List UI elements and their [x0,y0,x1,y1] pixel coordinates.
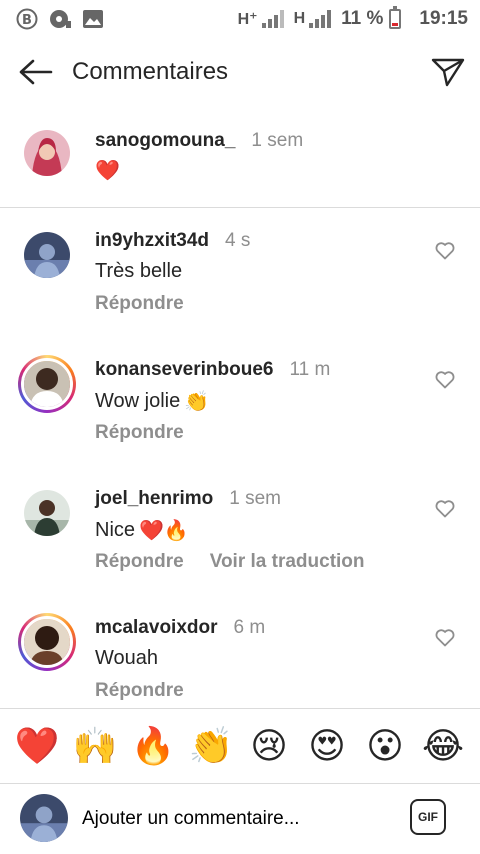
comment-text-content: Wow jolie [95,390,181,412]
comment-text-content: Wouah [95,647,159,669]
timestamp: 6 m [233,617,266,638]
heart-outline-icon [435,371,455,389]
username[interactable]: joel_henrimo [95,488,213,510]
reply-button[interactable]: Répondre [95,680,184,702]
username[interactable]: konanseverinboue6 [95,359,273,381]
comment-composer: GIF [0,784,480,854]
arrow-left-icon [19,59,53,85]
clock: 19:15 [419,8,468,29]
emoji-raising-hands[interactable]: 🙌 [70,728,120,764]
comment-text-content: Très belle [95,260,183,282]
avatar-with-story-ring[interactable] [18,613,76,671]
comment-text: Wow jolie 👏 [95,389,209,414]
timestamp: 1 sem [251,130,304,151]
heart-outline-icon [435,242,455,260]
like-button[interactable] [432,496,458,522]
paper-plane-icon [431,58,465,87]
like-button[interactable] [432,238,458,264]
image-icon [82,9,104,29]
post-caption: sanogomouna_ 1 sem ❤️ [0,118,480,208]
timestamp: 4 s [225,230,251,251]
comment-text: Wouah [95,647,158,670]
username[interactable]: sanogomouna_ [95,130,235,152]
battery-percent: 11 % [341,8,384,29]
avatar[interactable] [24,490,70,536]
emoji-heart-eyes[interactable]: 😍 [302,728,352,764]
svg-text:B: B [22,13,32,28]
like-button[interactable] [432,367,458,393]
b-circle-icon: B [16,8,38,30]
timestamp: 1 sem [229,488,281,509]
reply-button[interactable]: Répondre [95,551,184,573]
emoji-red-heart[interactable]: ❤️ [12,728,62,764]
signal-icon [261,10,284,28]
avatar-with-story-ring[interactable] [18,355,76,413]
like-button[interactable] [432,625,458,651]
comment-text: Très belle [95,260,182,283]
battery-icon [389,6,402,29]
signal-icon-2 [309,10,332,28]
username[interactable]: in9yhzxit34d [95,230,209,252]
see-translation-button[interactable]: Voir la traduction [210,551,365,573]
header: Commentaires [0,38,480,106]
emoji-quick-bar: ❤️ 🙌 🔥 👏 😢 😍 😮 😂 [0,708,480,784]
username[interactable]: mcalavoixdor [95,617,218,639]
comment-text: Nice ❤️🔥 [95,518,189,543]
back-button[interactable] [0,38,72,106]
heart-outline-icon [435,500,455,518]
comment-text-content: Nice [95,519,136,541]
emoji-clapping-hands[interactable]: 👏 [186,728,236,764]
share-button[interactable] [416,38,480,106]
reply-button[interactable]: Répondre [95,293,184,315]
reply-button[interactable]: Répondre [95,422,184,444]
emoji-tears-of-joy[interactable]: 😂 [418,728,468,764]
gif-button[interactable]: GIF [410,799,446,835]
network-type-1: H⁺ [237,11,258,28]
avatar[interactable] [24,232,70,278]
emoji-fire[interactable]: 🔥 [128,728,178,764]
network-type-2: H [293,10,306,27]
avatar[interactable] [24,130,70,176]
disc-icon [48,8,72,30]
emoji-crying-face[interactable]: 😢 [244,728,294,764]
current-user-avatar [20,794,68,842]
timestamp: 11 m [289,359,331,380]
comment-emoji: ❤️🔥 [139,520,189,542]
emoji-surprised-face[interactable]: 😮 [360,728,410,764]
comment-emoji: 👏 [184,391,210,413]
status-bar: B H⁺ H 11 % 19:15 [0,0,480,38]
caption-text: ❤️ [95,160,120,182]
page-title: Commentaires [72,58,229,85]
heart-outline-icon [435,629,455,647]
comment-input[interactable] [82,804,362,834]
